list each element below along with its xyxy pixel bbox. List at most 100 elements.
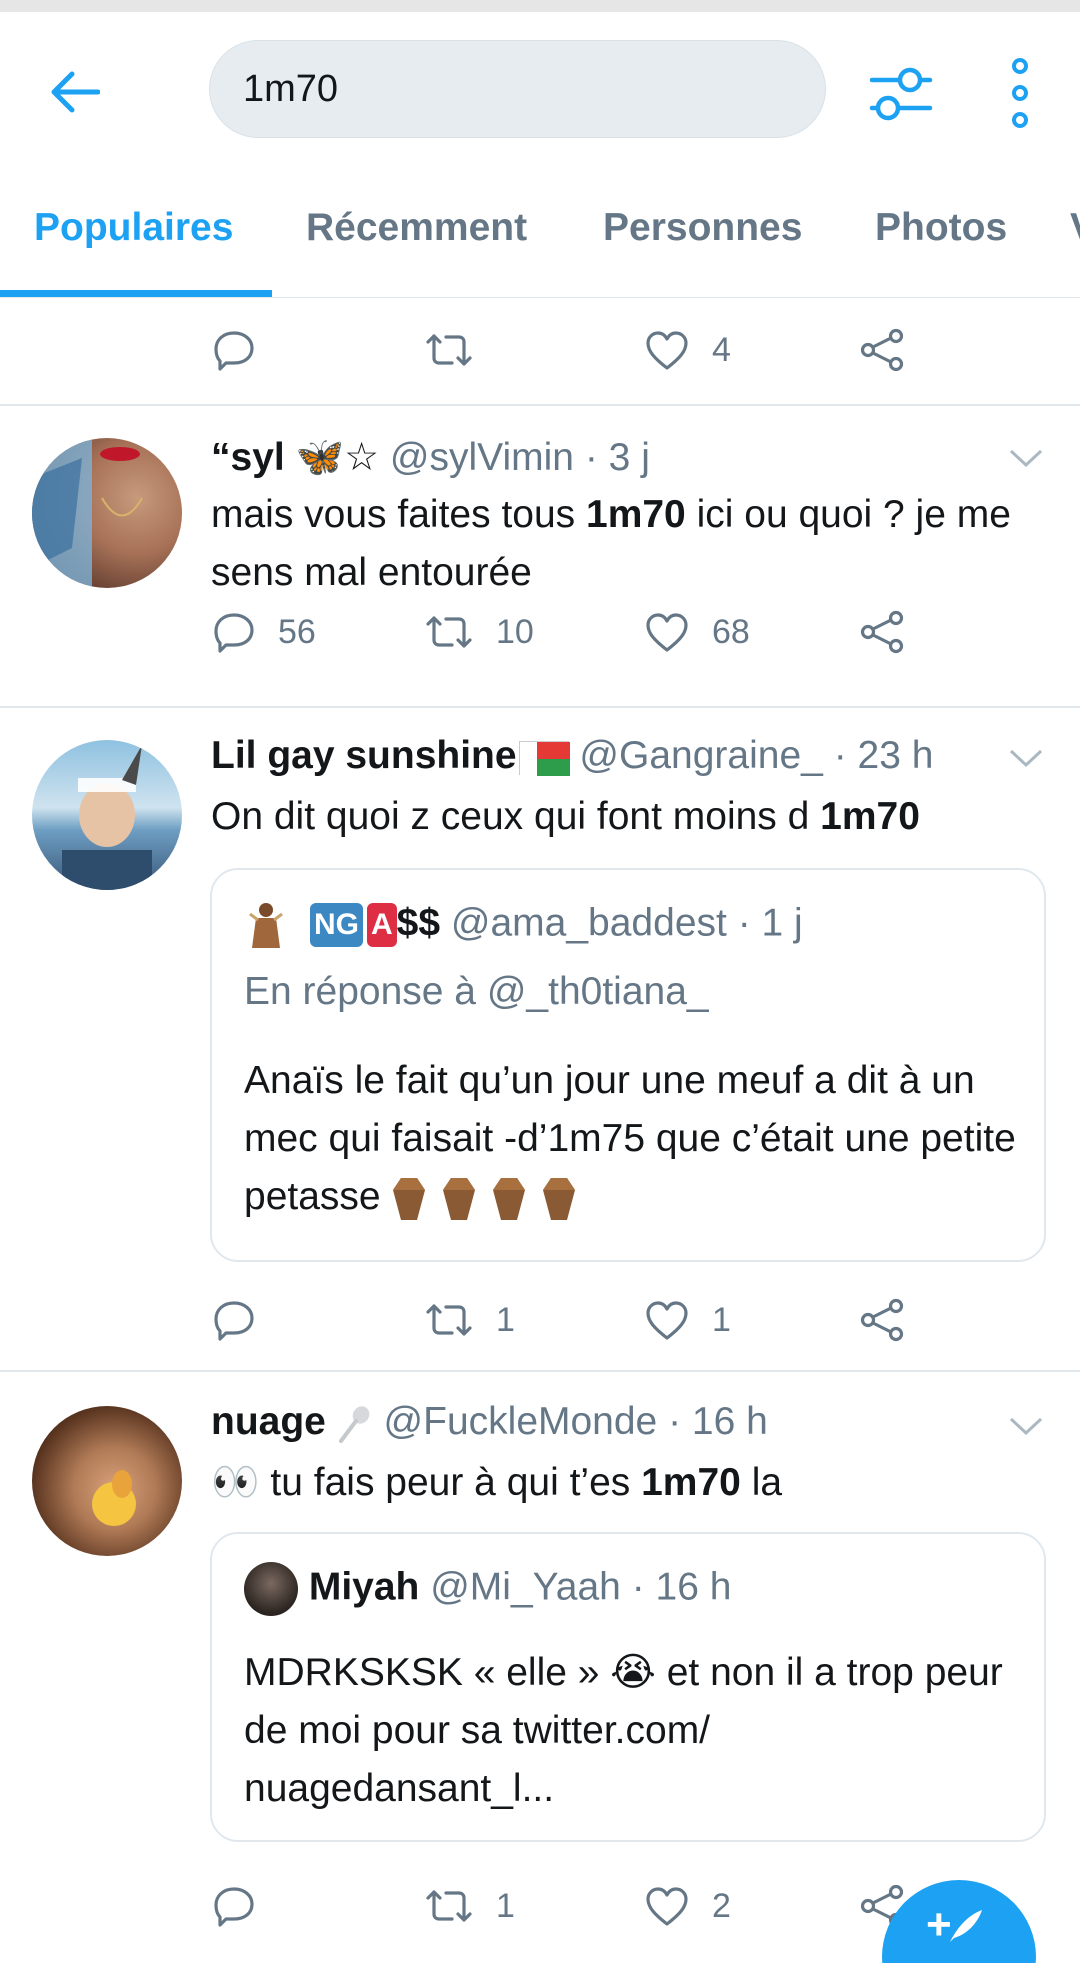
- quoted-author-handle: @Mi_Yaah: [430, 1565, 621, 1609]
- avatar[interactable]: [32, 740, 182, 890]
- tab-personnes[interactable]: Personnes: [603, 206, 802, 250]
- retweet-button[interactable]: [424, 320, 496, 380]
- tweet[interactable]: Lil gay sunshine @Gangraine_ · 23 h On d…: [0, 708, 1080, 1370]
- author-name[interactable]: Lil gay sunshine: [211, 734, 517, 777]
- avatar-image: [62, 745, 152, 890]
- like-button[interactable]: 68: [644, 602, 750, 662]
- ng-badge-icon: NG: [310, 903, 363, 947]
- reply-icon: [214, 613, 254, 653]
- back-button[interactable]: [44, 62, 104, 122]
- share-icon: [860, 1298, 904, 1342]
- share-icon: [860, 328, 904, 372]
- retweet-button[interactable]: 10: [424, 602, 534, 662]
- quoted-avatar: [244, 1562, 298, 1616]
- retweet-icon: [426, 1304, 472, 1336]
- active-tab-indicator: [0, 290, 272, 297]
- reply-button[interactable]: [212, 1876, 278, 1936]
- tweet-text: 👀 tu fais peur à qui t’es 1m70 la: [211, 1461, 783, 1504]
- author-name[interactable]: “syl 🦋☆: [211, 436, 379, 479]
- tweet-text: mais vous faites tous 1m70 ici ou quoi ?…: [211, 493, 1011, 594]
- sliders-icon: [869, 67, 933, 121]
- author-name[interactable]: nuage: [211, 1400, 326, 1443]
- search-tabs: Populaires Récemment Personnes Photos V: [0, 162, 1080, 298]
- quoted-tweet-time: · 1 j: [737, 901, 803, 945]
- quoted-tweet-time: · 16 h: [631, 1565, 732, 1609]
- search-header: 1m70: [0, 12, 1080, 162]
- like-button[interactable]: 4: [644, 320, 731, 380]
- tweet-time: · 23 h: [833, 734, 934, 777]
- share-button[interactable]: [858, 1290, 906, 1350]
- more-dot-icon: [1012, 58, 1028, 74]
- quoted-tweet[interactable]: NG A $$ @ama_baddest · 1 j En réponse à @_…: [210, 868, 1046, 1262]
- like-button[interactable]: 1: [644, 1290, 731, 1350]
- retweet-icon: [426, 616, 472, 648]
- quoted-tweet-header: NG A $$ @ama_baddest · 1 j: [244, 900, 803, 950]
- search-input[interactable]: 1m70: [209, 40, 826, 138]
- avatar-image: [92, 1470, 136, 1526]
- more-dot-icon: [1012, 112, 1028, 128]
- reply-button[interactable]: 56: [212, 602, 316, 662]
- quoted-reply-to: En réponse à @_th0tiana_: [244, 970, 709, 1013]
- author-handle[interactable]: @sylVimin: [390, 436, 574, 479]
- reply-icon: [214, 331, 254, 371]
- share-icon: [860, 610, 904, 654]
- quoted-author-name: $$: [396, 901, 441, 945]
- author-handle[interactable]: @FuckleMonde: [384, 1400, 658, 1443]
- retweet-button[interactable]: 1: [424, 1290, 515, 1350]
- reply-button[interactable]: [212, 320, 278, 380]
- tweet[interactable]: nuage @FuckleMonde · 16 h 👀 tu fais peur…: [0, 1372, 1080, 1963]
- tweet-text: On dit quoi z ceux qui font moins d 1m70: [211, 795, 920, 838]
- coffin-emoji-icon: [543, 1177, 576, 1220]
- search-query: 1m70: [243, 67, 339, 110]
- retweet-button[interactable]: 1: [424, 1876, 515, 1936]
- arrow-left-icon: [51, 71, 100, 113]
- tweet-actions: 56 10 68: [0, 602, 1080, 662]
- retweet-icon: [426, 334, 472, 366]
- avatar[interactable]: [32, 1406, 182, 1556]
- quoted-author-handle: @ama_baddest: [450, 901, 727, 945]
- tab-populaires[interactable]: Populaires: [34, 206, 233, 250]
- tab-videos[interactable]: V: [1070, 206, 1080, 250]
- like-button[interactable]: 2: [644, 1876, 731, 1936]
- spoon-emoji-icon: [338, 1406, 370, 1443]
- search-filter-button[interactable]: [868, 64, 934, 124]
- figure-emoji-icon: [249, 903, 283, 948]
- reply-button[interactable]: [212, 1290, 278, 1350]
- heart-icon: [646, 613, 688, 652]
- chevron-down-icon[interactable]: [1008, 446, 1044, 470]
- tweet-header: nuage @FuckleMonde · 16 h: [211, 1400, 768, 1444]
- heart-icon: [646, 331, 688, 370]
- status-bar: [0, 0, 1080, 12]
- tweet-actions: 1 1: [0, 1290, 1080, 1350]
- tweet-header: “syl 🦋☆ @sylVimin · 3 j: [211, 434, 650, 480]
- tweet-header: Lil gay sunshine @Gangraine_ · 23 h: [211, 734, 933, 778]
- chevron-down-icon[interactable]: [1008, 1414, 1044, 1438]
- reply-icon: [214, 1301, 254, 1341]
- a-badge-icon: A: [367, 903, 397, 947]
- retweet-icon: [426, 1890, 472, 1922]
- avatar-image: [32, 438, 143, 588]
- share-button[interactable]: [858, 602, 906, 662]
- avatar[interactable]: [32, 438, 182, 588]
- heart-icon: [646, 1887, 688, 1926]
- coffin-emoji-icon: [393, 1177, 426, 1220]
- heart-icon: [646, 1301, 688, 1340]
- tweet-actions: 4: [0, 320, 1080, 380]
- more-dot-icon: [1012, 85, 1028, 101]
- quoted-tweet-text: Anaïs le fait qu’un jour une meuf a dit …: [244, 1052, 1024, 1226]
- tweet-time: · 16 h: [668, 1400, 768, 1443]
- more-options-button[interactable]: [1000, 58, 1040, 128]
- tweet-time: · 3 j: [584, 436, 650, 479]
- quoted-tweet-text: MDRKSKSK « elle » 😭 et non il a trop peu…: [244, 1651, 1003, 1810]
- feather-icon: [950, 1910, 982, 1942]
- share-button[interactable]: [858, 320, 906, 380]
- chevron-down-icon[interactable]: [1008, 746, 1044, 770]
- tweet[interactable]: “syl 🦋☆ @sylVimin · 3 j mais vous faites…: [0, 406, 1080, 706]
- quoted-author-name: Miyah: [308, 1565, 420, 1609]
- author-handle[interactable]: @Gangraine_: [579, 734, 822, 777]
- coffin-emoji-icon: [493, 1177, 526, 1220]
- quoted-tweet[interactable]: Miyah @Mi_Yaah · 16 h MDRKSKSK « elle » …: [210, 1532, 1046, 1842]
- tab-photos[interactable]: Photos: [875, 206, 1007, 250]
- tab-recemment[interactable]: Récemment: [306, 206, 527, 250]
- coffin-emoji-icon: [443, 1177, 476, 1220]
